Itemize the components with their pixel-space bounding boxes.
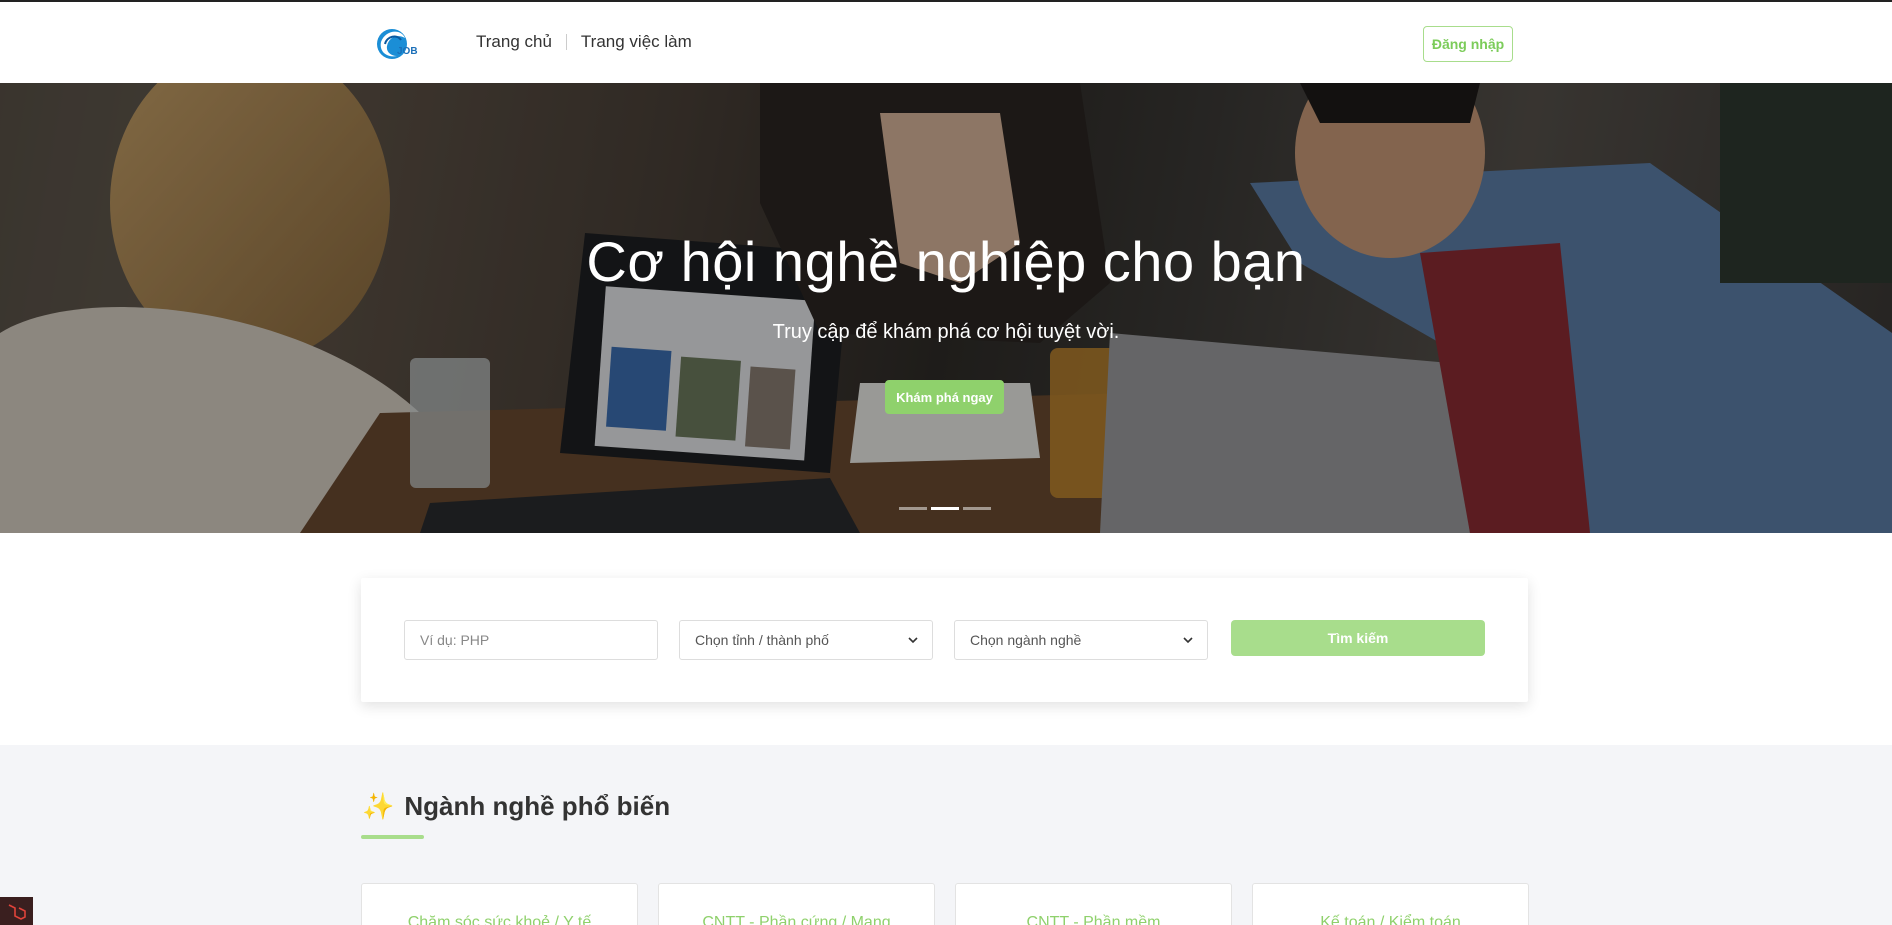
section-title-text: Ngành nghề phổ biến <box>404 791 671 821</box>
popular-industries-section: ✨ Ngành nghề phổ biến Chăm sóc sức khoẻ … <box>0 745 1892 925</box>
nav-home-link[interactable]: Trang chủ <box>476 32 552 52</box>
site-logo[interactable]: JOB <box>375 24 421 64</box>
carousel-indicators <box>899 507 991 510</box>
category-card[interactable]: CNTT - Phần cứng / Mạng <box>658 883 935 925</box>
logo-text: JOB <box>397 46 418 57</box>
city-select[interactable]: Chọn tỉnh / thành phố <box>679 620 933 660</box>
keyword-field[interactable] <box>404 620 658 660</box>
category-card[interactable]: Kế toán / Kiểm toán <box>1252 883 1529 925</box>
chevron-down-icon <box>908 637 918 644</box>
chevron-down-icon <box>1183 637 1193 644</box>
hero-subtitle: Truy cập để khám phá cơ hội tuyệt vời. <box>772 321 1120 343</box>
sparkles-icon: ✨ <box>362 791 395 821</box>
category-card[interactable]: Chăm sóc sức khoẻ / Y tế <box>361 883 638 925</box>
explore-now-button[interactable]: Khám phá ngay <box>885 380 1004 414</box>
site-header: JOB Trang chủ Trang việc làm Đăng nhập <box>0 2 1892 83</box>
hero-title: Cơ hội nghề nghiệp cho bạn <box>586 230 1306 293</box>
industry-select[interactable]: Chọn ngành nghề <box>954 620 1208 660</box>
carousel-dot-2[interactable] <box>931 507 959 510</box>
search-button[interactable]: Tìm kiếm <box>1231 620 1485 656</box>
hero-overlay <box>0 83 1892 533</box>
carousel-dot-3[interactable] <box>963 507 991 510</box>
nav-divider <box>565 34 567 50</box>
industry-select-value: Chọn ngành nghề <box>970 632 1082 648</box>
job-search-form: Chọn tỉnh / thành phố Chọn ngành nghề Tì… <box>361 578 1528 702</box>
laravel-icon <box>8 904 26 920</box>
login-button[interactable]: Đăng nhập <box>1423 26 1513 62</box>
logo-wave-icon: JOB <box>377 29 418 59</box>
nav-jobs-link[interactable]: Trang việc làm <box>581 32 692 52</box>
keyword-input[interactable] <box>420 632 642 648</box>
section-title: ✨ Ngành nghề phổ biến <box>362 791 670 822</box>
main-nav: Trang chủ Trang việc làm <box>476 32 692 52</box>
carousel-dot-1[interactable] <box>899 507 927 510</box>
city-select-value: Chọn tỉnh / thành phố <box>695 632 829 648</box>
debug-toolbar-icon[interactable] <box>0 897 33 925</box>
hero-carousel: Cơ hội nghề nghiệp cho bạn Truy cập để k… <box>0 83 1892 533</box>
section-title-underline <box>361 835 424 839</box>
category-card[interactable]: CNTT - Phần mềm <box>955 883 1232 925</box>
